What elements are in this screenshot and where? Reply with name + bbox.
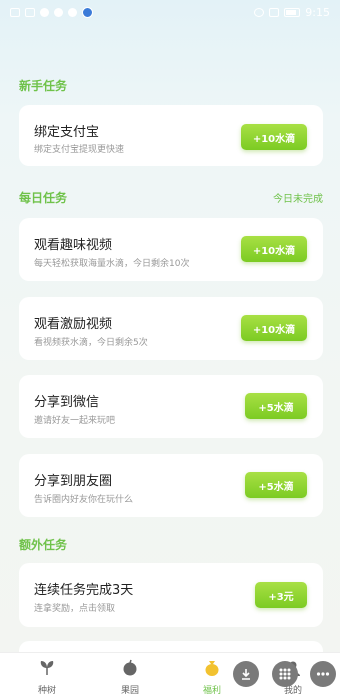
more-icon xyxy=(316,672,330,676)
tab-label: 福利 xyxy=(202,686,221,696)
daily-status-note: 今日未完成 xyxy=(273,194,323,205)
apps-float-button[interactable] xyxy=(272,661,298,687)
mute-icon xyxy=(269,7,280,17)
task-title: 连续任务完成3天 xyxy=(34,583,134,598)
download-icon xyxy=(242,669,250,680)
task-title: 绑定支付宝 xyxy=(34,125,100,140)
reward-button-incentive-video[interactable]: +10水滴 xyxy=(241,315,307,341)
tab-label: 果园 xyxy=(120,686,139,696)
task-subtitle: 看视频获水滴，今日剩余5次 xyxy=(34,338,148,348)
penguin-icon xyxy=(54,7,63,17)
sprout-icon xyxy=(40,661,54,675)
chat-icon xyxy=(68,7,77,17)
tab-plant-tree[interactable]: 种树 xyxy=(17,653,77,696)
status-time: 9:15 xyxy=(305,5,330,19)
battery-icon xyxy=(284,7,301,17)
task-subtitle: 绑定支付宝提现更快速 xyxy=(34,145,125,155)
task-card-fun-video: 观看趣味视频 每天轻松获取海量水滴，今日剩余10次 +10水滴 xyxy=(19,218,323,281)
status-icons-left xyxy=(10,6,93,18)
reward-button-bind-alipay[interactable]: +10水滴 xyxy=(241,124,307,150)
notification-icon xyxy=(10,7,20,17)
task-card-share-wechat: 分享到微信 邀请好友一起来玩吧 +5水滴 xyxy=(19,375,323,438)
more-float-button[interactable] xyxy=(310,661,336,687)
status-icons-right: 9:15 xyxy=(254,6,330,19)
alarm-icon xyxy=(254,7,265,17)
section-title-extra: 额外任务 xyxy=(19,538,68,552)
grid-icon xyxy=(279,668,291,680)
wifi-icon xyxy=(40,7,49,17)
task-title: 观看激励视频 xyxy=(34,317,113,332)
status-bar: 9:15 xyxy=(0,0,340,24)
task-title: 观看趣味视频 xyxy=(34,238,113,253)
task-card-bind-alipay: 绑定支付宝 绑定支付宝提现更快速 +10水滴 xyxy=(19,105,323,166)
task-card-incentive-video: 观看激励视频 看视频获水滴，今日剩余5次 +10水滴 xyxy=(19,297,323,360)
task-subtitle: 告诉圈内好友你在玩什么 xyxy=(34,495,134,505)
task-subtitle: 每天轻松获取海量水滴，今日剩余10次 xyxy=(34,259,190,269)
task-card-streak-3-days: 连续任务完成3天 连拿奖励，点击领取 +3元 xyxy=(19,563,323,627)
message-icon xyxy=(25,7,35,17)
task-title: 分享到朋友圈 xyxy=(34,474,113,489)
money-bag-icon xyxy=(205,661,219,676)
apple-icon xyxy=(123,659,137,676)
reward-button-share-wechat[interactable]: +5水滴 xyxy=(245,393,307,419)
reward-button-share-moments[interactable]: +5水滴 xyxy=(245,472,307,498)
reward-button-streak[interactable]: +3元 xyxy=(255,582,307,608)
task-subtitle: 邀请好友一起来玩吧 xyxy=(34,416,116,426)
download-float-button[interactable] xyxy=(233,661,259,687)
task-subtitle: 连拿奖励，点击领取 xyxy=(34,604,116,614)
section-title-newbie: 新手任务 xyxy=(19,79,68,93)
task-card-share-moments: 分享到朋友圈 告诉圈内好友你在玩什么 +5水滴 xyxy=(19,454,323,517)
section-title-daily: 每日任务 xyxy=(19,191,68,205)
reward-button-fun-video[interactable]: +10水滴 xyxy=(241,236,307,262)
task-title: 分享到微信 xyxy=(34,395,100,410)
browser-icon xyxy=(82,6,93,18)
tab-label: 我的 xyxy=(283,686,302,696)
tab-orchard[interactable]: 果园 xyxy=(100,653,160,696)
tab-label: 种树 xyxy=(37,686,56,696)
